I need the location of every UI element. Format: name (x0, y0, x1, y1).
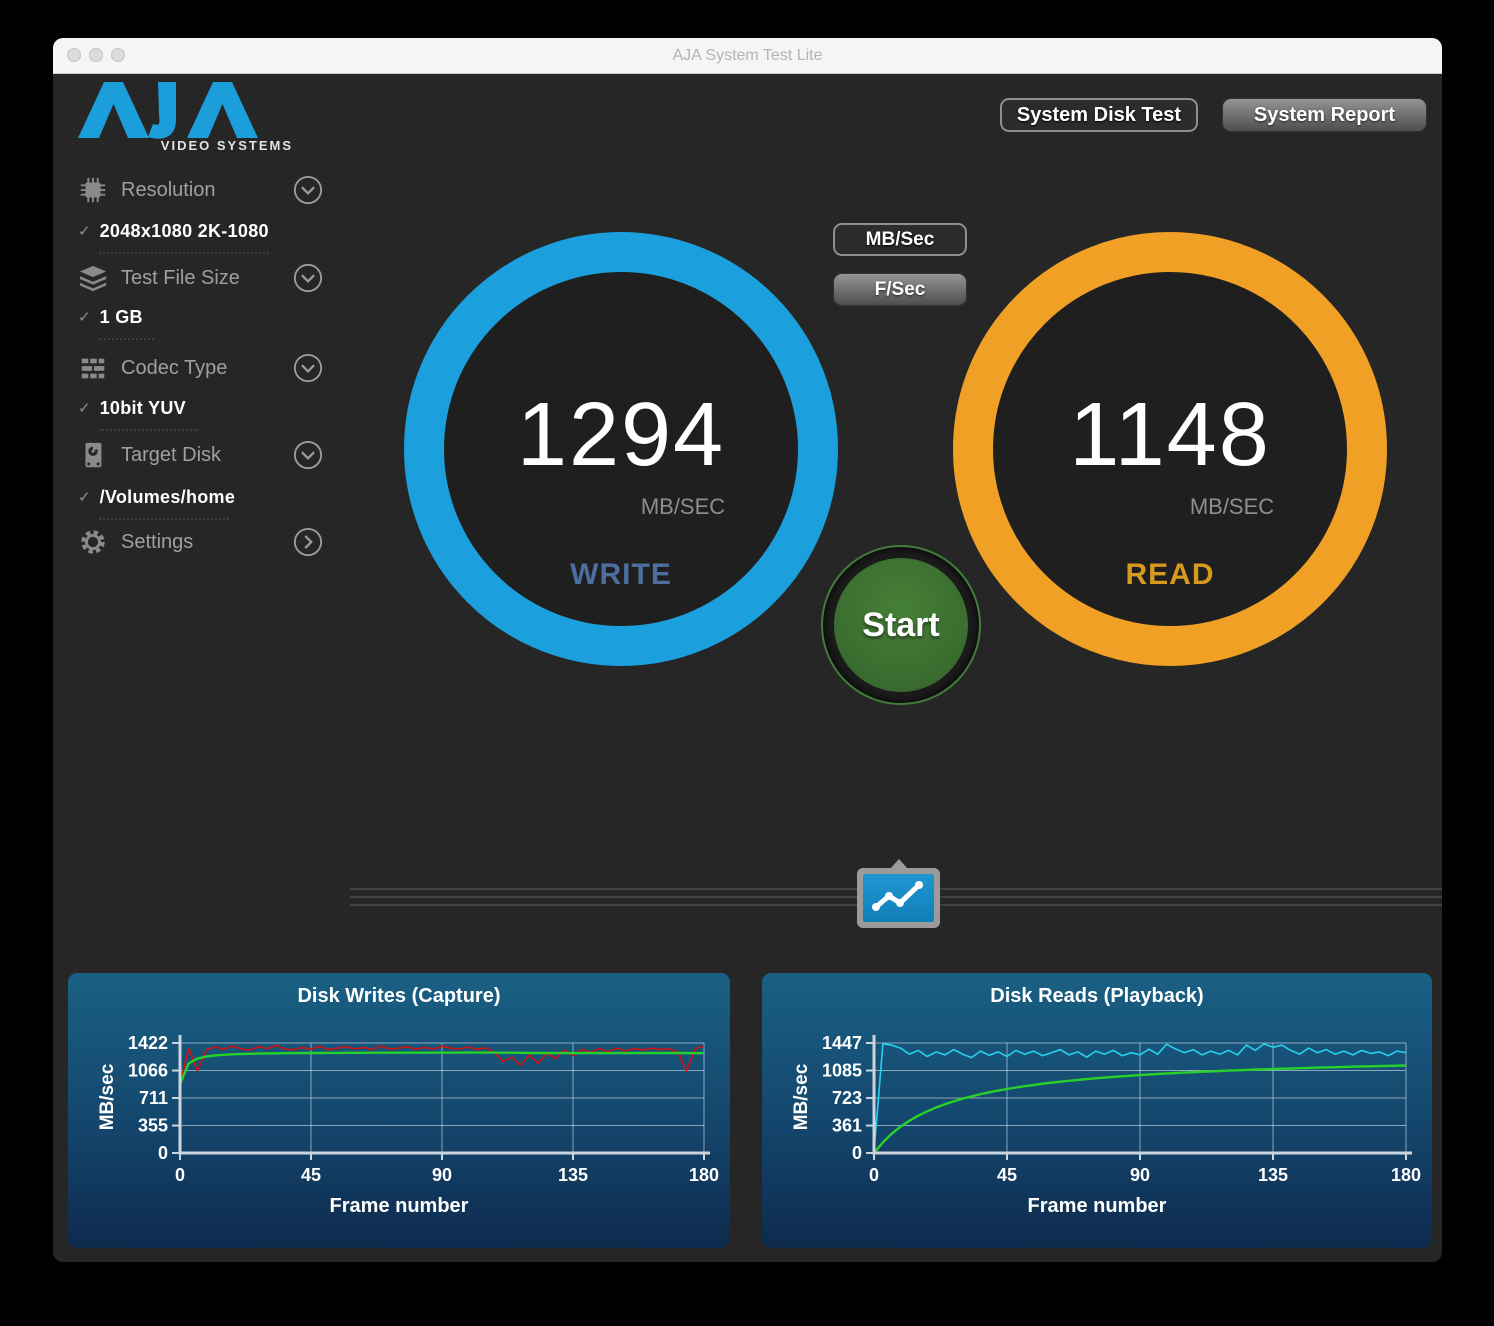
sidebar-item-settings[interactable]: Settings (78, 525, 323, 559)
disk-reads-chart-panel: Disk Reads (Playback) MB/sec 03617231085… (762, 973, 1432, 1248)
chart-panel-toggle-button[interactable] (857, 868, 940, 928)
check-icon: ✓ (78, 308, 91, 326)
svg-text:711: 711 (139, 1088, 168, 1108)
check-icon: ✓ (78, 222, 91, 240)
fsec-label: F/Sec (875, 279, 926, 301)
chevron-down-icon[interactable] (293, 175, 323, 205)
codec-type-value[interactable]: ✓ 10bit YUV (78, 396, 186, 420)
mbsec-label: MB/Sec (866, 229, 935, 251)
aja-logo-mark (73, 80, 293, 142)
system-disk-test-label: System Disk Test (1017, 104, 1181, 127)
svg-text:135: 135 (1258, 1165, 1288, 1185)
titlebar: AJA System Test Lite (53, 38, 1442, 74)
disk-writes-chart-panel: Disk Writes (Capture) MB/sec 03557111066… (68, 973, 730, 1248)
svg-text:0: 0 (852, 1143, 862, 1163)
svg-text:1066: 1066 (128, 1061, 168, 1081)
line-chart-icon (863, 874, 934, 922)
chevron-down-icon[interactable] (293, 263, 323, 293)
system-report-button[interactable]: System Report (1222, 98, 1427, 132)
read-speed-unit: MB/SEC (1190, 494, 1274, 520)
codec-type-label: Codec Type (121, 357, 227, 380)
settings-label: Settings (121, 531, 193, 554)
codec-grid-icon (78, 353, 108, 383)
read-gauge: 1148 MB/SEC READ (953, 232, 1387, 666)
target-disk-label: Target Disk (121, 444, 221, 467)
svg-text:135: 135 (558, 1165, 588, 1185)
svg-text:45: 45 (301, 1165, 321, 1185)
check-icon: ✓ (78, 399, 91, 417)
test-file-size-value[interactable]: ✓ 1 GB (78, 305, 143, 329)
disk-writes-x-axis-label: Frame number (68, 1195, 730, 1218)
system-disk-test-button[interactable]: System Disk Test (1000, 98, 1198, 132)
read-speed-value: 1148 (993, 384, 1347, 487)
svg-text:0: 0 (869, 1165, 879, 1185)
svg-text:45: 45 (997, 1165, 1017, 1185)
chevron-down-icon[interactable] (293, 353, 323, 383)
chip-icon (78, 175, 108, 205)
svg-text:90: 90 (1130, 1165, 1150, 1185)
write-speed-unit: MB/SEC (641, 494, 725, 520)
sidebar-item-codec-type[interactable]: Codec Type (78, 351, 323, 385)
svg-text:1447: 1447 (822, 1033, 862, 1053)
start-button-label: Start (862, 606, 939, 645)
sidebar-item-target-disk[interactable]: Target Disk (78, 438, 323, 472)
layers-icon (78, 263, 108, 293)
check-icon: ✓ (78, 488, 91, 506)
svg-text:723: 723 (832, 1088, 862, 1108)
gear-icon (78, 527, 108, 557)
write-gauge-label: WRITE (444, 558, 798, 592)
chevron-down-icon[interactable] (293, 440, 323, 470)
system-report-label: System Report (1254, 104, 1395, 127)
write-speed-value: 1294 (444, 384, 798, 487)
hard-disk-icon (78, 440, 108, 470)
svg-text:0: 0 (175, 1165, 185, 1185)
svg-text:355: 355 (138, 1116, 168, 1136)
write-gauge: 1294 MB/SEC WRITE (404, 232, 838, 666)
svg-text:1422: 1422 (128, 1033, 168, 1053)
logo-tagline: VIDEO SYSTEMS (73, 138, 293, 153)
aja-logo: VIDEO SYSTEMS (73, 80, 313, 153)
resolution-label: Resolution (121, 179, 216, 202)
divider (99, 252, 269, 254)
window-title: AJA System Test Lite (53, 38, 1442, 73)
chevron-right-icon[interactable] (293, 527, 323, 557)
svg-text:90: 90 (432, 1165, 452, 1185)
sidebar-item-test-file-size[interactable]: Test File Size (78, 261, 323, 295)
target-disk-value[interactable]: ✓ /Volumes/home (78, 485, 235, 509)
disk-reads-x-axis-label: Frame number (762, 1195, 1432, 1218)
app-window: AJA System Test Lite VIDEO SYSTEMS Syste… (53, 38, 1442, 1262)
sidebar-item-resolution[interactable]: Resolution (78, 173, 323, 207)
mbsec-toggle-button[interactable]: MB/Sec (833, 223, 967, 256)
divider (99, 518, 229, 520)
svg-text:361: 361 (832, 1116, 862, 1136)
test-file-size-label: Test File Size (121, 267, 240, 290)
fsec-toggle-button[interactable]: F/Sec (833, 273, 967, 306)
divider (99, 429, 199, 431)
divider (99, 338, 154, 340)
start-button[interactable]: Start (821, 545, 981, 705)
resolution-value[interactable]: ✓ 2048x1080 2K-1080 (78, 219, 269, 243)
svg-text:180: 180 (689, 1165, 719, 1185)
svg-text:180: 180 (1391, 1165, 1421, 1185)
svg-text:1085: 1085 (822, 1061, 862, 1081)
read-gauge-label: READ (993, 558, 1347, 592)
svg-text:0: 0 (158, 1143, 168, 1163)
